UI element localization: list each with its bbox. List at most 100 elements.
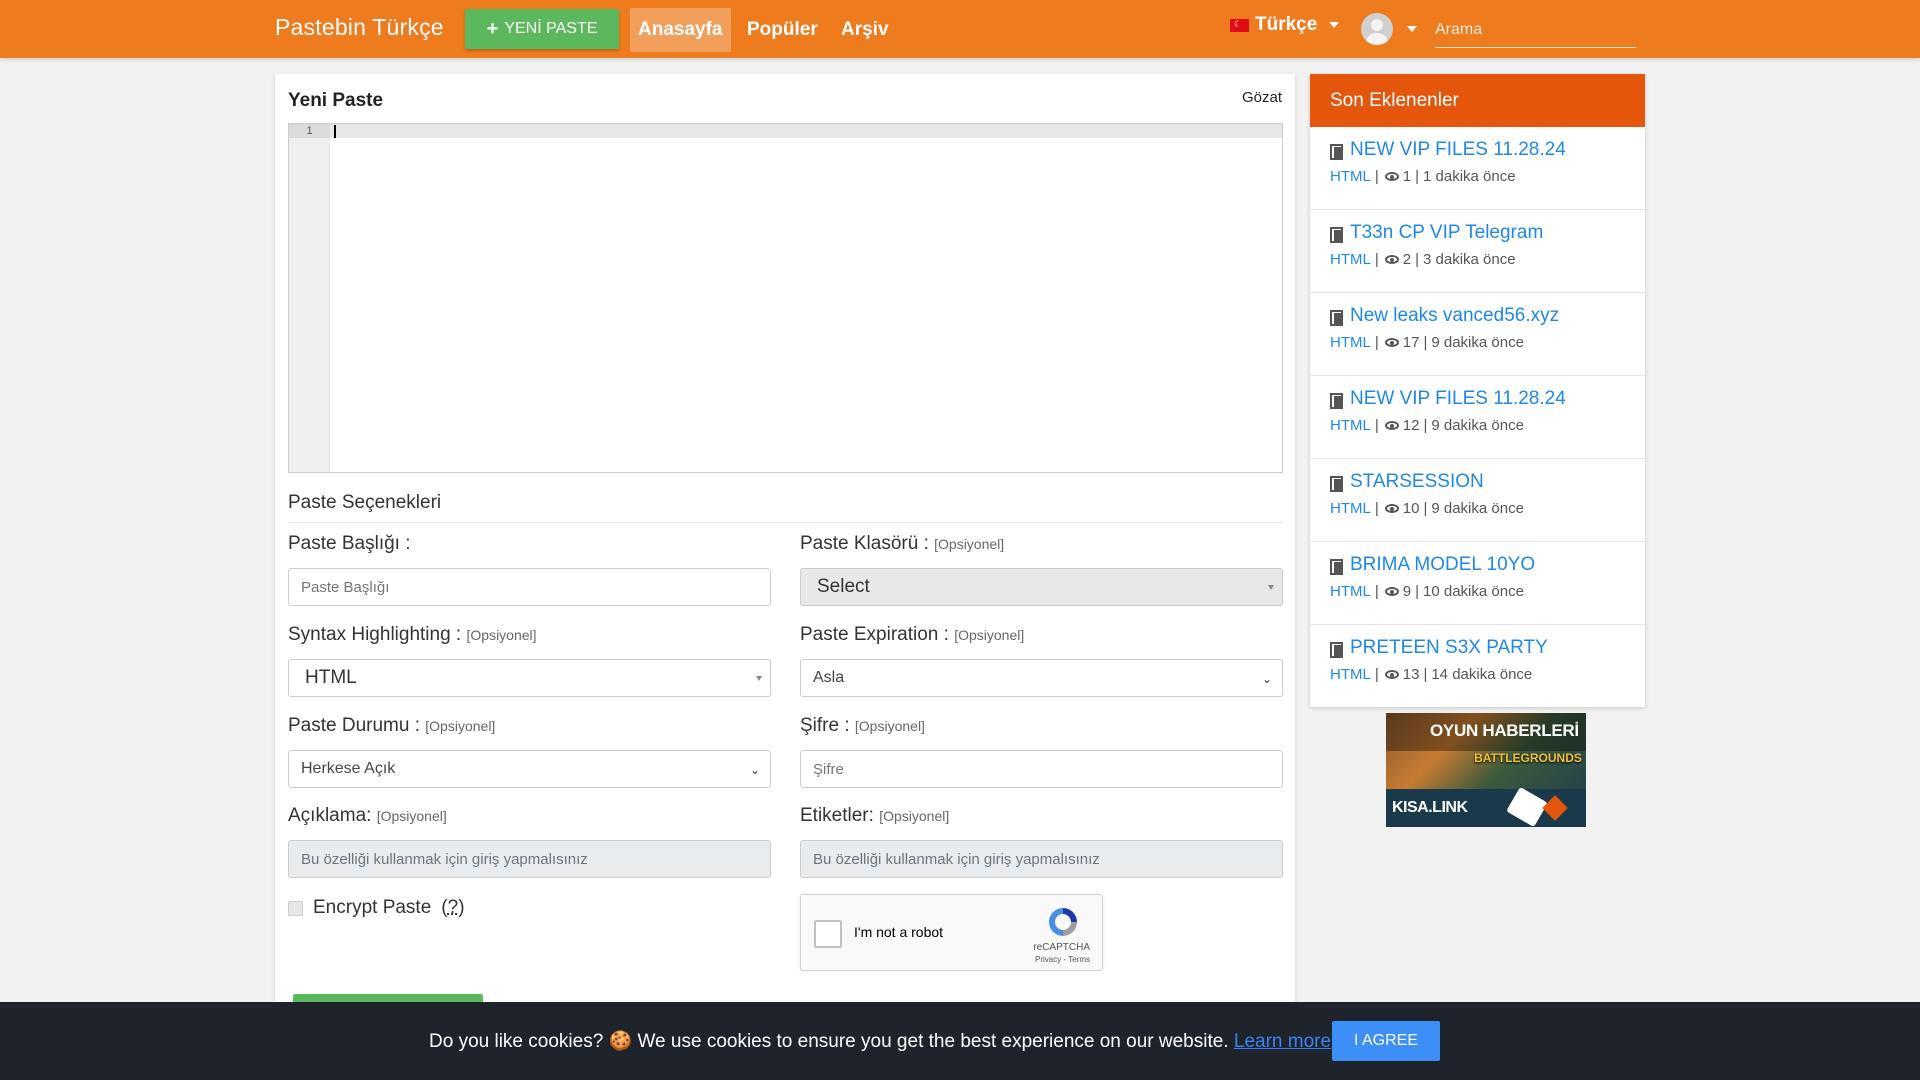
divider	[288, 522, 1283, 523]
syntax-link[interactable]: HTML	[1330, 251, 1371, 268]
recaptcha-label: I'm not a robot	[854, 924, 943, 940]
caret-down-icon	[1407, 26, 1417, 32]
card-title: Yeni Paste	[288, 90, 383, 112]
active-line	[330, 124, 1282, 138]
search-input[interactable]	[1435, 12, 1636, 48]
tags-input: Bu özelliği kullanmak için giriş yapmalı…	[800, 840, 1283, 878]
cookie-banner: Do you like cookies? 🍪 We use cookies to…	[0, 1002, 1920, 1080]
chevron-down-icon: ⌄	[1262, 672, 1272, 686]
recent-paste-link[interactable]: STARSESSION	[1330, 471, 1625, 493]
paste-time: 3 dakika önce	[1423, 251, 1516, 268]
document-icon	[1330, 640, 1344, 656]
recent-pastes-panel: Son Eklenenler NEW VIP FILES 11.28.24 HTM…	[1310, 74, 1645, 707]
cookie-agree-button[interactable]: I AGREE	[1332, 1021, 1440, 1061]
recent-paste-item: BRIMA MODEL 10YO HTML | 9 | 10 dakika önce	[1310, 542, 1645, 625]
nav-link-popular[interactable]: Popüler	[739, 8, 826, 52]
recent-paste-link[interactable]: New leaks vanced56.xyz	[1330, 305, 1625, 327]
status-label: Paste Durumu : [Opsiyonel]	[288, 715, 495, 737]
syntax-link[interactable]: HTML	[1330, 417, 1371, 434]
paste-time: 10 dakika önce	[1423, 583, 1524, 600]
syntax-link[interactable]: HTML	[1330, 583, 1371, 600]
new-paste-label: YENİ PASTE	[504, 20, 597, 38]
view-count: 2	[1403, 251, 1411, 268]
cookie-message: Do you like cookies? 🍪 We use cookies to…	[429, 1029, 1331, 1053]
recent-paste-link[interactable]: PRETEEN S3X PARTY	[1330, 637, 1625, 659]
editor-gutter	[289, 124, 330, 472]
nav-link-archive[interactable]: Arşiv	[833, 8, 897, 52]
paste-time: 9 dakika önce	[1431, 417, 1524, 434]
new-paste-card: Yeni Paste Gözat 1 Paste Seçenekleri Pas…	[275, 74, 1295, 1080]
recaptcha-checkbox[interactable]	[814, 920, 842, 948]
password-label: Şifre : [Opsiyonel]	[800, 715, 925, 737]
description-label: Açıklama: [Opsiyonel]	[288, 805, 447, 827]
ad-game-logo: BATTLEGROUNDS	[1474, 751, 1582, 785]
turkey-flag-icon	[1230, 19, 1249, 32]
paste-title-label: Paste Başlığı :	[288, 533, 411, 555]
description-input: Bu özelliği kullanmak için giriş yapmalı…	[288, 840, 771, 878]
recent-paste-item: T33n CP VIP Telegram HTML | 2 | 3 dakika önce	[1310, 210, 1645, 293]
dropdown-arrow-icon	[1268, 585, 1274, 590]
recent-paste-link[interactable]: T33n CP VIP Telegram	[1330, 222, 1625, 244]
status-select[interactable]: Herkese Açık ⌄	[288, 750, 771, 788]
document-icon	[1330, 391, 1344, 407]
syntax-link[interactable]: HTML	[1330, 500, 1371, 517]
browse-link[interactable]: Gözat	[1242, 89, 1282, 106]
paste-title-input[interactable]	[288, 568, 771, 606]
password-input[interactable]	[800, 750, 1283, 788]
eye-icon	[1385, 670, 1399, 679]
document-icon	[1330, 308, 1344, 324]
ad-title: OYUN HABERLERİ	[1430, 721, 1579, 741]
nav-link-home[interactable]: Anasayfa	[630, 8, 731, 52]
ad-link-text: KISA.LINK	[1392, 799, 1468, 817]
document-icon	[1330, 557, 1344, 573]
paste-folder-label: Paste Klasörü : [Opsiyonel]	[800, 533, 1004, 555]
learn-more-link[interactable]: Learn more	[1234, 1031, 1331, 1052]
recent-paste-meta: HTML | 13 | 14 dakika önce	[1330, 666, 1625, 683]
code-editor[interactable]: 1	[288, 123, 1283, 473]
view-count: 12	[1403, 417, 1420, 434]
caret-down-icon	[1329, 22, 1339, 28]
encrypt-help[interactable]: (?)	[441, 897, 464, 919]
eye-icon	[1385, 421, 1399, 430]
recent-paste-item: PRETEEN S3X PARTY HTML | 13 | 14 dakika önce	[1310, 625, 1645, 707]
dropdown-arrow-icon	[756, 676, 762, 681]
paste-time: 9 dakika önce	[1431, 500, 1524, 517]
recent-paste-item: New leaks vanced56.xyz HTML | 17 | 9 dakika ö…	[1310, 293, 1645, 376]
tags-label: Etiketler: [Opsiyonel]	[800, 805, 949, 827]
recaptcha-brand: reCAPTCHA	[1033, 942, 1090, 953]
recent-paste-link[interactable]: NEW VIP FILES 11.28.24	[1330, 139, 1625, 161]
site-brand[interactable]: Pastebin Türkçe	[275, 14, 444, 41]
section-title: Paste Seçenekleri	[288, 492, 441, 514]
eye-icon	[1385, 504, 1399, 513]
syntax-label: Syntax Highlighting : [Opsiyonel]	[288, 624, 537, 646]
expiration-label: Paste Expiration : [Opsiyonel]	[800, 624, 1024, 646]
document-icon	[1330, 142, 1344, 158]
paste-folder-select[interactable]: Select	[800, 568, 1283, 606]
eye-icon	[1385, 587, 1399, 596]
recent-paste-meta: HTML | 10 | 9 dakika önce	[1330, 500, 1625, 517]
syntax-link[interactable]: HTML	[1330, 334, 1371, 351]
recent-paste-link[interactable]: NEW VIP FILES 11.28.24	[1330, 388, 1625, 410]
recent-paste-item: NEW VIP FILES 11.28.24 HTML | 1 | 1 dakika ön…	[1310, 127, 1645, 210]
recent-pastes-title: Son Eklenenler	[1310, 74, 1645, 127]
language-dropdown[interactable]: Türkçe	[1230, 14, 1339, 36]
recent-paste-meta: HTML | 1 | 1 dakika önce	[1330, 168, 1625, 185]
user-avatar-icon	[1361, 13, 1393, 45]
view-count: 10	[1403, 500, 1420, 517]
user-menu[interactable]	[1361, 13, 1417, 45]
encrypt-checkbox[interactable]	[288, 901, 303, 916]
recent-paste-link[interactable]: BRIMA MODEL 10YO	[1330, 554, 1625, 576]
text-cursor	[334, 125, 336, 138]
ad-banner[interactable]: OYUN HABERLERİ BATTLEGROUNDS KISA.LINK	[1386, 713, 1586, 827]
syntax-link[interactable]: HTML	[1330, 666, 1371, 683]
paste-time: 1 dakika önce	[1423, 168, 1516, 185]
view-count: 17	[1403, 334, 1420, 351]
recaptcha-terms[interactable]: Privacy - Terms	[1035, 955, 1090, 964]
syntax-link[interactable]: HTML	[1330, 168, 1371, 185]
new-paste-button[interactable]: + YENİ PASTE	[465, 9, 619, 49]
recent-paste-meta: HTML | 12 | 9 dakika önce	[1330, 417, 1625, 434]
syntax-select[interactable]: HTML	[288, 659, 771, 697]
recent-paste-meta: HTML | 9 | 10 dakika önce	[1330, 583, 1625, 600]
encrypt-label: Encrypt Paste	[313, 897, 431, 919]
expiration-select[interactable]: Asla ⌄	[800, 659, 1283, 697]
